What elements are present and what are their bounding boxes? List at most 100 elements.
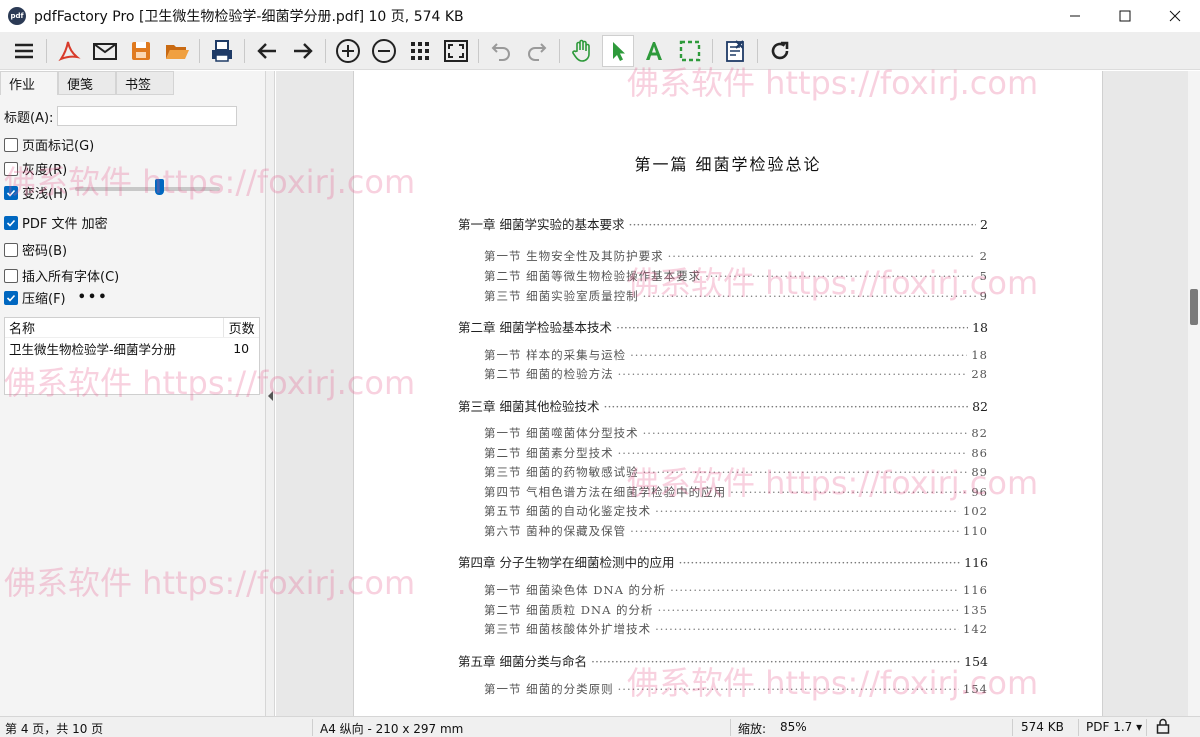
status-bar: 第 4 页，共 10 页 A4 纵向 - 210 x 297 mm 缩放: 85… <box>0 716 1200 737</box>
grayscale-option[interactable]: 灰度(R) <box>4 159 67 178</box>
compress-options-button[interactable]: ••• <box>78 290 109 305</box>
toolbar-divider <box>757 38 758 63</box>
zoom-out-button[interactable] <box>368 35 400 67</box>
title-bar: pdf pdfFactory Pro [卫生微生物检验学-细菌学分册.pdf] … <box>0 0 1200 32</box>
checkmark-icon <box>6 189 16 197</box>
redo-button[interactable] <box>521 35 553 67</box>
print-button[interactable] <box>206 35 238 67</box>
maximize-button[interactable] <box>1100 0 1150 32</box>
toolbar-divider <box>199 38 200 63</box>
acrobat-button[interactable] <box>53 35 85 67</box>
fit-page-button[interactable] <box>440 35 472 67</box>
toolbar-divider <box>478 38 479 63</box>
title-label: 标题(A): <box>4 110 54 126</box>
vertical-scrollbar[interactable] <box>1188 71 1200 716</box>
toc-section: 第一节 生物安全性及其防护要求 2 <box>484 248 988 264</box>
toc-leader <box>591 654 960 669</box>
tab-job[interactable]: 作业 <box>0 71 58 95</box>
toc-leader <box>670 583 959 597</box>
toc-page-number: 2 <box>979 249 988 263</box>
checkmark-icon <box>6 294 16 302</box>
minimize-button[interactable] <box>1050 0 1100 32</box>
toc-section: 第五节 细菌的自动化鉴定技术 102 <box>484 503 988 519</box>
column-header-name[interactable]: 名称 <box>5 318 223 337</box>
toc-leader <box>603 399 968 414</box>
main-toolbar <box>0 32 1200 70</box>
select-tool-button[interactable] <box>602 34 634 67</box>
lighten-slider-thumb[interactable] <box>155 179 164 195</box>
save-button[interactable] <box>125 35 157 67</box>
printer-icon <box>212 39 232 62</box>
undo-icon <box>491 42 510 61</box>
scrollbar-thumb[interactable] <box>1190 289 1198 325</box>
status-divider <box>1078 719 1079 736</box>
toc-leader <box>658 603 959 617</box>
close-button[interactable] <box>1150 0 1200 32</box>
title-input[interactable] <box>57 106 238 126</box>
undo-button[interactable] <box>485 35 517 67</box>
toc-leader <box>705 269 976 283</box>
embed-fonts-checkbox[interactable] <box>4 268 18 283</box>
grid-icon <box>411 41 429 60</box>
file-list-row[interactable]: 卫生微生物检验学-细菌学分册 10 <box>5 338 259 358</box>
toc-section: 第三节 细菌的药物敏感试验 89 <box>484 464 988 480</box>
file-list: 名称 页数 卫生微生物检验学-细菌学分册 10 <box>4 317 260 395</box>
pdf-version-dropdown[interactable]: PDF 1.7 ▾ <box>1086 720 1142 734</box>
password-label: 密码(B) <box>22 244 68 259</box>
toc-section: 第四节 气相色谱方法在细菌学检验中的应用 96 <box>484 484 988 500</box>
toc-leader <box>643 289 976 303</box>
toc-leader <box>616 320 968 335</box>
menu-button[interactable] <box>8 35 40 67</box>
compress-option[interactable]: 压缩(F) ••• <box>4 288 109 307</box>
email-button[interactable] <box>89 35 121 67</box>
grayscale-checkbox[interactable] <box>4 161 18 176</box>
lighten-option[interactable]: 变浅(H) <box>4 183 68 202</box>
pdf-encrypt-checkbox[interactable] <box>4 215 18 230</box>
toc-label: 第四节 气相色谱方法在细菌学检验中的应用 <box>484 485 727 499</box>
password-checkbox[interactable] <box>4 242 18 257</box>
refresh-button[interactable] <box>764 35 796 67</box>
toc-leader <box>643 426 968 440</box>
toc-label: 第一节 样本的采集与运检 <box>484 348 627 362</box>
text-tool-button[interactable] <box>638 35 670 67</box>
toc-label: 第三节 细菌实验室质量控制 <box>484 289 639 303</box>
collapse-arrow-icon[interactable] <box>268 391 273 401</box>
toc-section: 第二节 细菌的检验方法 28 <box>484 366 988 382</box>
toc-label: 第五节 细菌的自动化鉴定技术 <box>484 504 652 518</box>
toolbar-divider <box>244 38 245 63</box>
password-option[interactable]: 密码(B) <box>4 240 67 259</box>
tab-notes[interactable]: 便笺 <box>58 71 116 95</box>
page-marks-option[interactable]: 页面标记(G) <box>4 135 94 154</box>
embed-fonts-option[interactable]: 插入所有字体(C) <box>4 266 119 285</box>
toolbar-divider <box>559 38 560 63</box>
forward-button[interactable] <box>287 35 319 67</box>
grayscale-label: 灰度(R) <box>22 163 68 178</box>
zoom-in-button[interactable] <box>332 35 364 67</box>
open-button[interactable] <box>161 35 193 67</box>
thumbnails-button[interactable] <box>404 35 436 67</box>
arrow-left-icon <box>257 42 276 59</box>
document-view[interactable]: 第一篇 细菌学检验总论 第一章 细菌学实验的基本要求2第一节 生物安全性及其防护… <box>276 71 1188 716</box>
toc-page-number: 2 <box>980 217 988 232</box>
toc-leader <box>618 367 968 381</box>
toc-section: 第六节 菌种的保藏及保管 110 <box>484 523 988 539</box>
toc-leader <box>628 217 976 232</box>
embed-fonts-label: 插入所有字体(C) <box>22 270 120 285</box>
area-select-button[interactable] <box>674 35 706 67</box>
tab-bookmarks[interactable]: 书签 <box>116 71 174 95</box>
column-header-pages[interactable]: 页数 <box>223 318 259 337</box>
toc-chapter: 第一章 细菌学实验的基本要求 2 <box>458 214 988 233</box>
security-lock-button[interactable] <box>1156 718 1170 737</box>
lighten-slider[interactable] <box>75 179 220 195</box>
hand-tool-button[interactable] <box>566 35 598 67</box>
toc-page-number: 86 <box>971 446 988 460</box>
delete-pages-button[interactable] <box>719 35 751 67</box>
lighten-checkbox[interactable] <box>4 185 18 200</box>
page-marks-checkbox[interactable] <box>4 137 18 152</box>
zoom-value[interactable]: 85% <box>780 720 807 734</box>
lighten-label: 变浅(H) <box>22 187 68 202</box>
pdf-encrypt-option[interactable]: PDF 文件 加密 <box>4 213 108 232</box>
back-button[interactable] <box>251 35 283 67</box>
compress-checkbox[interactable] <box>4 290 18 305</box>
panel-splitter[interactable] <box>265 71 275 716</box>
